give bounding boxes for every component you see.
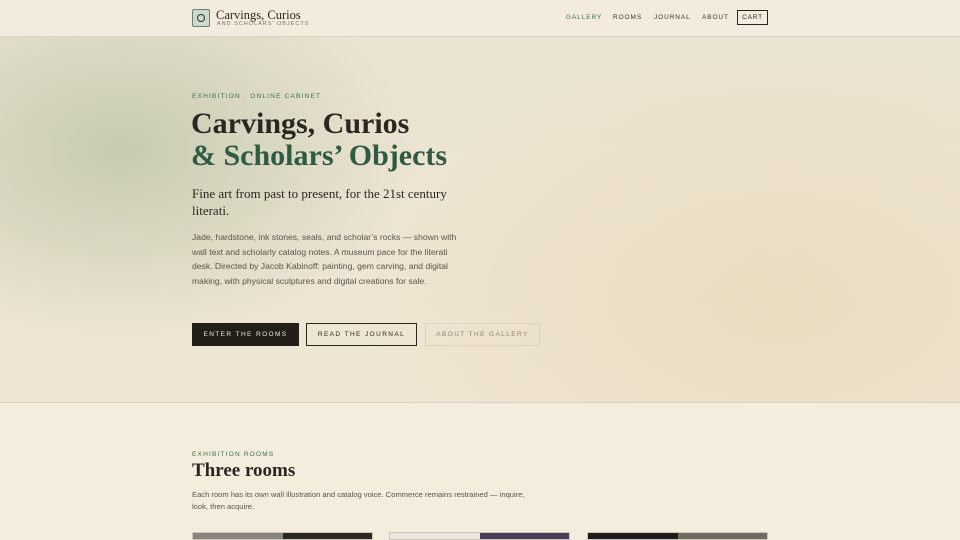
room-card-image <box>479 533 569 539</box>
rooms-description: Each room has its own wall illustration … <box>192 490 525 511</box>
rooms-title: Three rooms <box>192 460 296 481</box>
brand-subtitle: AND SCHOLARS' OBJECTS <box>217 21 310 27</box>
section-divider <box>0 402 960 403</box>
hero-tagline: Fine art from past to present, for the 2… <box>192 186 447 218</box>
room-card-image <box>193 533 283 539</box>
site-header: Carvings, Curios AND SCHOLARS' OBJECTS G… <box>0 0 960 37</box>
room-card-image <box>677 533 767 539</box>
nav-about[interactable]: ABOUT <box>702 14 729 21</box>
rooms-eyebrow: EXHIBITION ROOMS <box>192 451 275 458</box>
room-card-image <box>390 533 480 539</box>
room-card-image <box>588 533 678 539</box>
about-gallery-button[interactable]: ABOUT THE GALLERY <box>425 323 540 346</box>
ring-logo-icon[interactable] <box>192 9 210 27</box>
read-journal-button[interactable]: READ THE JOURNAL <box>306 323 417 346</box>
hero-eyebrow: EXHIBITION · ONLINE CABINET <box>192 93 322 100</box>
room-card-1[interactable] <box>192 532 373 540</box>
enter-rooms-button[interactable]: ENTER THE ROOMS <box>192 323 299 346</box>
room-card-3[interactable] <box>587 532 768 540</box>
nav-journal[interactable]: JOURNAL <box>654 14 691 21</box>
hero-intro: Jade, hardstone, ink stones, seals, and … <box>192 232 457 286</box>
nav-gallery[interactable]: GALLERY <box>566 14 602 21</box>
room-card-image <box>282 533 372 539</box>
nav-rooms[interactable]: ROOMS <box>613 14 642 21</box>
hero-title-line-2: & Scholars’ Objects <box>191 139 448 172</box>
room-card-2[interactable] <box>389 532 570 540</box>
cart-button[interactable]: CART <box>737 10 768 25</box>
hero-title-line-1: Carvings, Curios <box>191 107 410 140</box>
